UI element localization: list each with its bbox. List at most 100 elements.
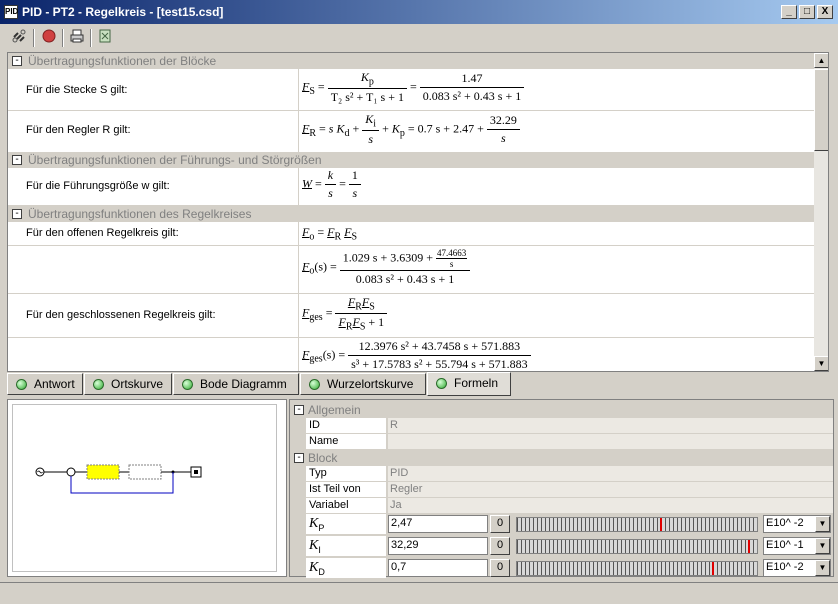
fraction-denominator: 0.083 s² + 0.43 s + 1	[355, 272, 455, 286]
property-label: Name	[306, 434, 386, 449]
gain-slider[interactable]	[516, 539, 758, 554]
fraction-denominator: F	[352, 315, 360, 330]
collapse-icon[interactable]: -	[294, 405, 304, 415]
gain-row-i: KI 32,29 0 E10^ -1 ▼	[306, 536, 833, 556]
block-diagram-canvas[interactable]	[12, 404, 277, 572]
gain-label: KD	[306, 558, 386, 578]
exponent-dropdown[interactable]: E10^ -2 ▼	[763, 559, 831, 577]
slider-knob[interactable]	[747, 540, 750, 553]
formula-sub: p	[368, 76, 374, 88]
tab-ortskurve[interactable]: Ortskurve	[84, 373, 172, 395]
property-label: Ist Teil von	[306, 482, 386, 497]
plant-block	[128, 464, 162, 480]
stop-icon[interactable]	[38, 28, 60, 48]
column-divider	[298, 338, 299, 371]
property-value[interactable]: Regler	[388, 482, 833, 497]
maximize-button[interactable]: □	[799, 5, 815, 19]
collapse-icon[interactable]: -	[12, 155, 22, 165]
gain-input[interactable]: 2,47	[388, 515, 488, 533]
property-value[interactable]: PID	[388, 466, 833, 481]
toolbar-separator	[90, 29, 92, 47]
tab-label: Formeln	[454, 376, 499, 390]
calc-icon[interactable]	[94, 28, 116, 48]
exponent-dropdown[interactable]: E10^ -2 ▼	[763, 515, 831, 533]
section-title: Block	[308, 451, 338, 465]
fraction-numerator: 1.029 s + 3.6309 +	[342, 250, 433, 265]
chevron-down-icon[interactable]: ▼	[815, 516, 830, 532]
fraction: ks	[324, 168, 337, 201]
property-label: Typ	[306, 466, 386, 481]
gain-sub: I	[318, 544, 321, 555]
collapse-icon[interactable]: -	[294, 453, 304, 463]
property-row-teil: Ist Teil von Regler	[306, 482, 833, 498]
title-bar[interactable]: PID PID - PT2 - Regelkreis - [test15.csd…	[0, 0, 838, 24]
fraction-denominator: s³ + 17.5783 s² + 55.794 s + 571.883	[351, 357, 528, 371]
tab-label: Antwort	[34, 377, 75, 391]
tab-bar: Antwort Ortskurve Bode Diagramm Wurzelor…	[7, 372, 829, 396]
status-bar	[0, 582, 838, 604]
close-button[interactable]: X	[817, 5, 833, 19]
property-row-id: ID R	[306, 418, 833, 434]
chevron-down-icon[interactable]: ▼	[815, 560, 830, 576]
section-header-fuehrung[interactable]: - Übertragungsfunktionen der Führungs- u…	[8, 152, 814, 168]
property-value[interactable]: R	[388, 418, 833, 433]
tab-wurzelortskurve[interactable]: Wurzelortskurve	[300, 373, 426, 395]
property-value[interactable]: Ja	[388, 498, 833, 513]
formula-sub: R	[334, 231, 342, 243]
section-header-bloecke[interactable]: - Übertragungsfunktionen der Blöcke	[8, 53, 814, 69]
gain-input[interactable]: 0,7	[388, 559, 488, 577]
scroll-thumb[interactable]	[814, 69, 828, 151]
property-value[interactable]	[388, 434, 833, 449]
section-header-regelkreis[interactable]: - Übertragungsfunktionen des Regelkreise…	[8, 206, 814, 222]
row-label: Für den Regler R gilt:	[26, 124, 131, 136]
tab-bode-diagramm[interactable]: Bode Diagramm	[173, 373, 299, 395]
formula-sub: o	[309, 231, 315, 243]
chevron-down-icon[interactable]: ▼	[815, 538, 830, 554]
fraction-denominator: s	[501, 131, 506, 146]
column-divider	[298, 69, 299, 110]
section-header-block[interactable]: - Block	[290, 450, 833, 466]
gain-symbol: K	[309, 538, 319, 553]
block-diagram-panel[interactable]	[7, 399, 287, 577]
row-label: Für den offenen Regelkreis gilt:	[26, 227, 179, 239]
zero-button[interactable]: 0	[490, 515, 510, 533]
gain-sub: P	[318, 522, 325, 533]
tab-formeln[interactable]: Formeln	[427, 372, 511, 396]
column-divider	[298, 168, 299, 205]
vertical-scrollbar[interactable]: ▲ ▼	[814, 53, 828, 371]
formula-regler: FR = s Kd + Ki s + Kp = 0.7 s + 2.47 + 32…	[302, 112, 520, 147]
fraction: FRFS FRFS + 1	[335, 295, 388, 333]
gain-input[interactable]: 32,29	[388, 537, 488, 555]
fraction-denominator: + 1	[368, 315, 385, 330]
section-title: Übertragungsfunktionen des Regelkreises	[28, 207, 252, 221]
slider-knob[interactable]	[712, 562, 715, 575]
toolbar	[0, 24, 838, 52]
fraction: 1.029 s + 3.6309 + 47.4663 s 0.083 s² + 0.…	[339, 248, 471, 287]
gain-slider[interactable]	[516, 517, 758, 532]
property-label: Variabel	[306, 498, 386, 513]
zero-button[interactable]: 0	[490, 537, 510, 555]
scroll-up-icon[interactable]: ▲	[814, 53, 828, 68]
tab-antwort[interactable]: Antwort	[7, 373, 83, 395]
formula-offen: Fo = FR FS	[302, 225, 358, 243]
exponent-dropdown[interactable]: E10^ -1 ▼	[763, 537, 831, 555]
slider-knob[interactable]	[659, 518, 662, 531]
summing-junction	[66, 467, 76, 477]
gain-label: KP	[306, 514, 386, 534]
fraction-denominator: s	[352, 186, 358, 200]
link-icon[interactable]	[8, 28, 30, 48]
scroll-down-icon[interactable]: ▼	[814, 356, 828, 371]
gain-slider[interactable]	[516, 561, 758, 576]
minimize-button[interactable]: _	[781, 5, 797, 19]
row-label: Für die Stecke S gilt:	[26, 84, 128, 96]
section-header-allgemein[interactable]: - Allgemein	[290, 402, 833, 418]
print-icon[interactable]	[66, 28, 88, 48]
gain-symbol: K	[309, 516, 319, 531]
collapse-icon[interactable]: -	[12, 209, 22, 219]
zero-button[interactable]: 0	[490, 559, 510, 577]
fraction: Ki s	[362, 112, 380, 147]
collapse-icon[interactable]: -	[12, 56, 22, 66]
app-icon: PID	[4, 5, 18, 19]
formula-geschlossen-s: Fges(s) = 12.3976 s² + 43.7458 s + 571.8…	[302, 339, 531, 371]
formula-sub: S	[359, 321, 366, 333]
